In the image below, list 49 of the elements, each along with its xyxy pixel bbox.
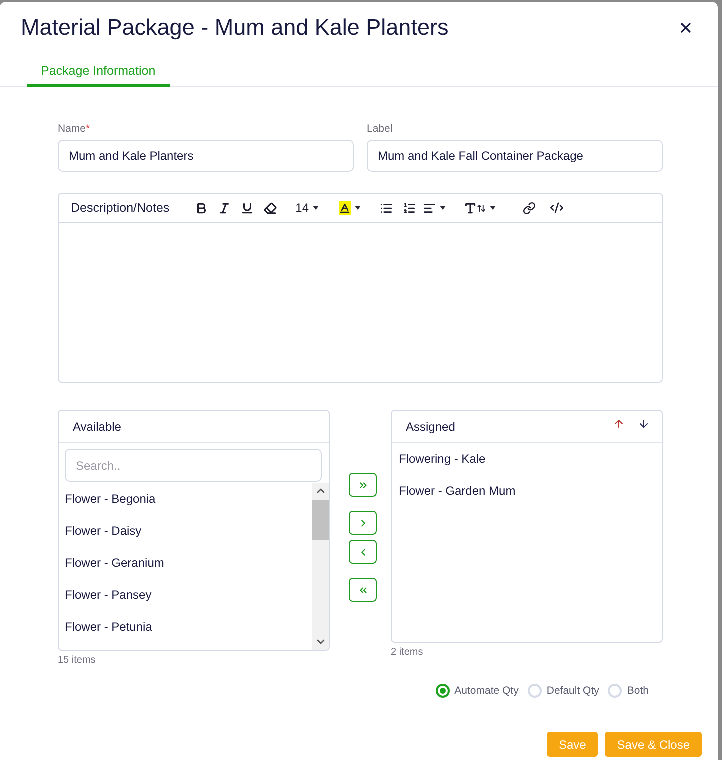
text-field[interactable]: Mum and Kale Fall Container Package [367,140,663,172]
caret-icon [490,206,496,210]
numbered-list-icon [402,202,416,214]
double-chevron-right-icon [358,480,368,490]
radio-button[interactable] [436,684,450,698]
move-left-button[interactable] [349,540,377,564]
italic-icon [218,202,232,214]
caret-icon [440,206,446,210]
list-item[interactable]: Flower - Geranium [59,547,312,579]
list-item[interactable]: Flower - Begonia [59,483,312,515]
field-label: Name* [58,123,90,135]
arrow-down-icon [638,418,650,430]
dialog-title: Material Package - Mum and Kale Planters [21,14,449,42]
text-size-icon [464,202,486,214]
arrow-up-icon [613,418,625,430]
radio-label[interactable]: Default Qty [546,685,600,697]
font-color-icon [339,201,352,215]
align-left-icon [423,202,436,214]
caret-icon [355,206,362,210]
code-icon [550,201,564,215]
panel-title: Available [73,420,122,434]
editor-label: Description/Notes [71,201,170,215]
scrollbar-thumb[interactable] [312,500,329,540]
link-icon [522,202,536,214]
eraser-icon [264,202,278,214]
list-item[interactable]: Flower - Pansey [59,579,312,611]
caret-icon [313,206,320,210]
radio-label[interactable]: Automate Qty [454,685,519,697]
move-all-left-button[interactable] [349,578,377,602]
bullet-list-icon [380,202,393,214]
double-chevron-left-icon [358,584,368,596]
move-right-button[interactable] [349,511,377,535]
scrollbar[interactable] [312,483,329,650]
font-size-dropdown[interactable]: 14 [296,198,320,218]
item-count: 15 items [58,655,96,667]
list-item[interactable]: Flower - Garden Mum [392,475,662,507]
radio-label[interactable]: Both [627,685,649,697]
bold-icon [195,202,208,214]
item-count: 2 items [391,647,424,659]
panel-title: Assigned [406,420,456,434]
list-item[interactable]: Flower - Petunia [59,611,312,643]
font-color-dropdown[interactable] [339,198,362,218]
field-label: Label [367,123,393,135]
search-field[interactable]: Search.. [65,449,322,482]
text-field[interactable]: Mum and Kale Planters [58,140,354,172]
move-all-right-button[interactable] [349,473,377,497]
list-item[interactable]: Flowering - Kale [392,443,662,475]
list-item[interactable]: Flower - Daisy [59,515,312,547]
underline-icon [241,202,254,214]
